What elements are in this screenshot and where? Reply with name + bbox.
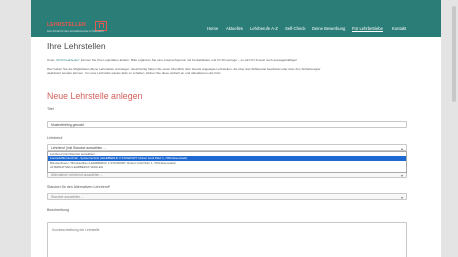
nav-item-lehrberufe[interactable]: Lehrberufe A-Z bbox=[250, 26, 278, 31]
titel-label: Titel bbox=[47, 107, 54, 111]
intro-text-3: deaktiviert werden können. Um eine Lehrs… bbox=[47, 71, 222, 75]
nav-item-lehrbetriebe[interactable]: Für Lehrbetriebe bbox=[352, 26, 383, 31]
titel-input[interactable]: Musterlehrling gesucht bbox=[47, 121, 407, 128]
nav-item-self-check[interactable]: Self-Check bbox=[285, 26, 305, 31]
intro-text-1: Unter „Profil bearbeiten“ können Sie Ihr… bbox=[47, 58, 298, 62]
page: LEHRSTELLEN Dein Portal für die Lehrstel… bbox=[31, 0, 441, 257]
standort-select-value: Standort auswählen ... bbox=[51, 195, 84, 199]
lehrberuf-label: Lehrberuf bbox=[47, 136, 63, 140]
nav-item-home[interactable]: Home bbox=[207, 26, 218, 31]
profil-bearbeiten-link[interactable]: „Profil bearbeiten“ bbox=[55, 58, 80, 62]
window-scrollbar[interactable] bbox=[452, 6, 456, 102]
site-header: LEHRSTELLEN Dein Portal für die Lehrstel… bbox=[31, 0, 441, 37]
beschreibung-label: Beschreibung bbox=[47, 208, 69, 212]
beschreibung-textarea[interactable]: Kurzbeschreibung der Lehrstelle bbox=[47, 222, 407, 257]
lehrberuf-dropdown: Lehrberuf (inkl Standort auswählen ... K… bbox=[47, 151, 407, 173]
lehrberuf-select[interactable]: Lehrberuf (inkl Standort auswählen ... ▴ bbox=[47, 144, 407, 151]
nav-item-kontakt[interactable]: Kontakt bbox=[392, 26, 406, 31]
lehrberuf-select-value: Lehrberuf (inkl Standort auswählen ... bbox=[51, 146, 106, 150]
main-nav: Home Aktuelles Lehrberufe A-Z Self-Check… bbox=[31, 26, 441, 34]
standort-label: Standort für den Alternativen Lehrberuf* bbox=[47, 185, 111, 189]
page-title: Ihre Lehrstellen bbox=[47, 41, 106, 51]
standort-select[interactable]: Standort auswählen ... ▾ bbox=[47, 193, 407, 200]
alternativer-lehrberuf-value: Alternativer Lehrberuf auswählen ... bbox=[51, 173, 104, 177]
beschreibung-placeholder: Kurzbeschreibung der Lehrstelle bbox=[52, 228, 100, 232]
section-title: Neue Lehrstelle anlegen bbox=[47, 91, 143, 101]
nav-item-aktuelles[interactable]: Aktuelles bbox=[226, 26, 243, 31]
chevron-down-icon: ▾ bbox=[400, 195, 403, 200]
nav-item-bewerbung[interactable]: Deine Bewerbung bbox=[312, 26, 345, 31]
dropdown-option[interactable]: ALTERNATIVEN LEHRBERUF WÄHLEN bbox=[48, 165, 406, 169]
